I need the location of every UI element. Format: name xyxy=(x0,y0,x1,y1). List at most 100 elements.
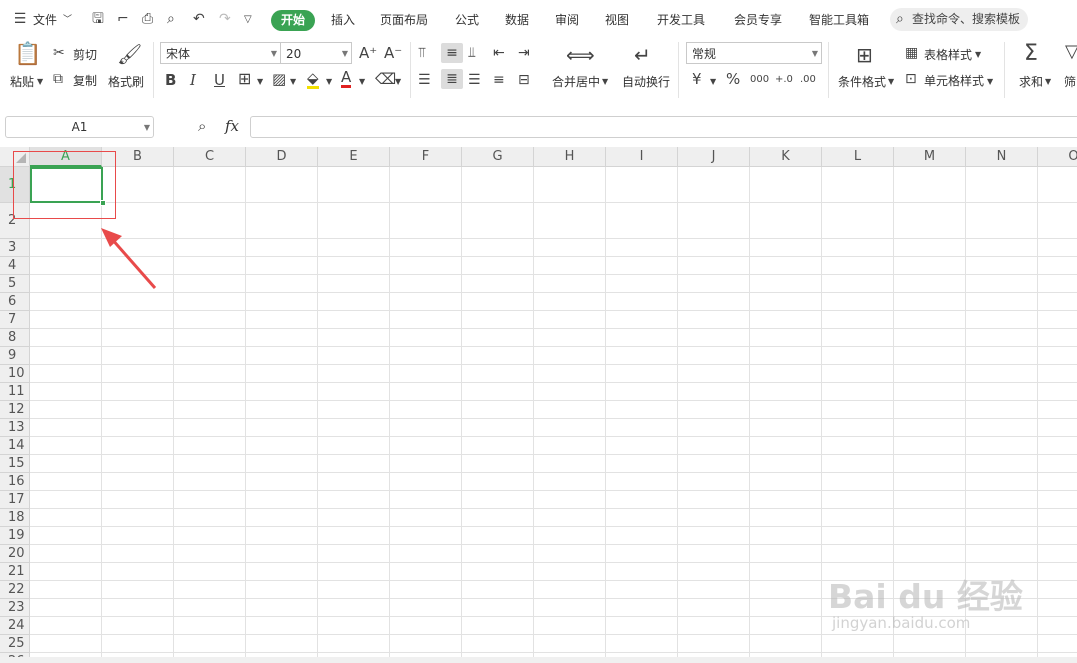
row-header-7[interactable]: 7 xyxy=(0,311,30,329)
merge-center-button[interactable]: 合并居中 xyxy=(552,73,600,90)
font-name-select[interactable]: 宋体 ▼ xyxy=(160,42,281,64)
chevron-down-icon[interactable]: ﹀ xyxy=(63,12,72,28)
font-color-icon[interactable]: A xyxy=(341,69,352,88)
save-icon[interactable]: 🖫 xyxy=(92,11,104,27)
fill-color-icon[interactable]: ⬙ xyxy=(307,70,319,89)
bold-icon[interactable]: B xyxy=(165,72,176,88)
row-header-5[interactable]: 5 xyxy=(0,275,30,293)
hamburger-menu-icon[interactable]: ☰ xyxy=(12,11,28,27)
decrease-indent-icon[interactable]: ⇤ xyxy=(493,45,505,61)
row-header-20[interactable]: 20 xyxy=(0,545,30,563)
row-header-8[interactable]: 8 xyxy=(0,329,30,347)
column-header-d[interactable]: D xyxy=(246,147,318,167)
row-header-19[interactable]: 19 xyxy=(0,527,30,545)
underline-icon[interactable]: U xyxy=(214,72,225,88)
fx-button[interactable]: fx xyxy=(225,117,239,135)
row-header-12[interactable]: 12 xyxy=(0,401,30,419)
copy-icon[interactable]: ⧉ xyxy=(53,71,63,87)
wrap-text-button[interactable]: 自动换行 xyxy=(622,73,670,90)
align-left-icon[interactable]: ☰ xyxy=(418,72,431,88)
sheet-scroll-strip[interactable] xyxy=(0,657,1077,663)
filter-button[interactable]: 筛 xyxy=(1064,73,1076,90)
column-header-f[interactable]: F xyxy=(390,147,462,167)
tab-data[interactable]: 数据 xyxy=(505,10,529,30)
more-dropdown-icon[interactable]: ▽ xyxy=(244,12,252,28)
paste-icon[interactable]: 📋 xyxy=(14,43,41,67)
fill-pattern-icon[interactable]: ▨ xyxy=(272,71,286,87)
row-header-13[interactable]: 13 xyxy=(0,419,30,437)
tab-smart-toolbox[interactable]: 智能工具箱 xyxy=(809,10,869,30)
table-style-icon[interactable]: ▦ xyxy=(905,45,918,61)
merge-center-icon[interactable]: ⟺ xyxy=(566,44,595,66)
column-header-g[interactable]: G xyxy=(462,147,534,167)
row-header-23[interactable]: 23 xyxy=(0,599,30,617)
sum-button[interactable]: 求和 xyxy=(1019,73,1043,90)
row-header-4[interactable]: 4 xyxy=(0,257,30,275)
increase-decimal-icon[interactable]: +.0 xyxy=(775,72,793,88)
format-painter-button[interactable]: 格式刷 xyxy=(108,73,144,90)
paste-button[interactable]: 粘贴 xyxy=(10,73,34,90)
print-preview-icon[interactable]: ⌕ xyxy=(167,11,175,27)
tab-developer[interactable]: 开发工具 xyxy=(657,10,705,30)
cell-style-button[interactable]: 单元格样式 xyxy=(924,72,984,89)
row-header-3[interactable]: 3 xyxy=(0,239,30,257)
formula-input[interactable] xyxy=(250,116,1077,138)
table-style-button[interactable]: 表格样式 xyxy=(924,46,972,63)
chevron-down-icon[interactable]: ▼ xyxy=(326,74,332,90)
decrease-decimal-icon[interactable]: .00 xyxy=(800,72,816,88)
row-header-6[interactable]: 6 xyxy=(0,293,30,311)
filter-icon[interactable]: ▽ xyxy=(1065,43,1077,61)
row-header-11[interactable]: 11 xyxy=(0,383,30,401)
file-menu[interactable]: 文件 xyxy=(33,10,57,30)
increase-indent-icon[interactable]: ⇥ xyxy=(518,45,530,61)
chevron-down-icon[interactable]: ▼ xyxy=(602,74,608,90)
tab-home[interactable]: 开始 xyxy=(271,10,315,31)
column-header-o[interactable]: O xyxy=(1038,147,1077,167)
tab-page-layout[interactable]: 页面布局 xyxy=(380,10,428,30)
name-box[interactable]: A1 ▼ xyxy=(5,116,154,138)
align-center-icon[interactable]: ≣ xyxy=(441,69,463,89)
chevron-down-icon[interactable]: ▼ xyxy=(395,74,401,90)
border-icon[interactable]: ⊞ xyxy=(238,71,251,87)
tab-formulas[interactable]: 公式 xyxy=(455,10,479,30)
chevron-down-icon[interactable]: ▼ xyxy=(1045,74,1051,90)
font-size-select[interactable]: 20 ▼ xyxy=(280,42,352,64)
scissors-icon[interactable]: ✂ xyxy=(53,45,65,61)
row-header-17[interactable]: 17 xyxy=(0,491,30,509)
cell-style-icon[interactable]: ⊡ xyxy=(905,71,917,87)
chevron-down-icon[interactable]: ▼ xyxy=(888,74,894,90)
align-bottom-icon[interactable]: ⫫ xyxy=(468,45,476,61)
column-header-m[interactable]: M xyxy=(894,147,966,167)
align-right-icon[interactable]: ☰ xyxy=(468,72,481,88)
format-painter-icon[interactable]: 🖌 xyxy=(117,43,142,65)
column-header-k[interactable]: K xyxy=(750,147,822,167)
conditional-format-icon[interactable]: ⊞ xyxy=(856,44,873,66)
increase-font-icon[interactable]: A⁺ xyxy=(359,45,377,61)
column-header-i[interactable]: I xyxy=(606,147,678,167)
cut-button[interactable]: 剪切 xyxy=(73,46,97,63)
column-header-c[interactable]: C xyxy=(174,147,246,167)
decrease-font-icon[interactable]: A⁻ xyxy=(384,45,402,61)
eraser-icon[interactable]: ⌫ xyxy=(375,71,396,87)
chevron-down-icon[interactable]: ▼ xyxy=(290,74,296,90)
thousands-separator-icon[interactable]: 000 xyxy=(750,72,769,88)
row-header-21[interactable]: 21 xyxy=(0,563,30,581)
italic-icon[interactable]: I xyxy=(190,72,196,88)
row-header-25[interactable]: 25 xyxy=(0,635,30,653)
zoom-search-icon[interactable]: ⌕ xyxy=(198,118,206,134)
row-header-24[interactable]: 24 xyxy=(0,617,30,635)
wrap-text-icon[interactable]: ↵ xyxy=(634,44,651,66)
chevron-down-icon[interactable]: ▼ xyxy=(987,74,993,90)
percent-icon[interactable]: % xyxy=(726,71,740,87)
command-search[interactable]: ⌕ 查找命令、搜索模板 xyxy=(890,8,1028,31)
chevron-down-icon[interactable]: ▼ xyxy=(710,74,716,90)
distributed-align-icon[interactable]: ⊟ xyxy=(518,72,530,88)
row-header-15[interactable]: 15 xyxy=(0,455,30,473)
sum-icon[interactable]: Σ xyxy=(1024,42,1038,66)
chevron-down-icon[interactable]: ▼ xyxy=(975,47,981,63)
number-format-select[interactable]: 常规 ▼ xyxy=(686,42,822,64)
row-header-10[interactable]: 10 xyxy=(0,365,30,383)
format-brush-icon[interactable]: ⌐ xyxy=(117,11,129,27)
column-header-e[interactable]: E xyxy=(318,147,390,167)
copy-button[interactable]: 复制 xyxy=(73,72,97,89)
